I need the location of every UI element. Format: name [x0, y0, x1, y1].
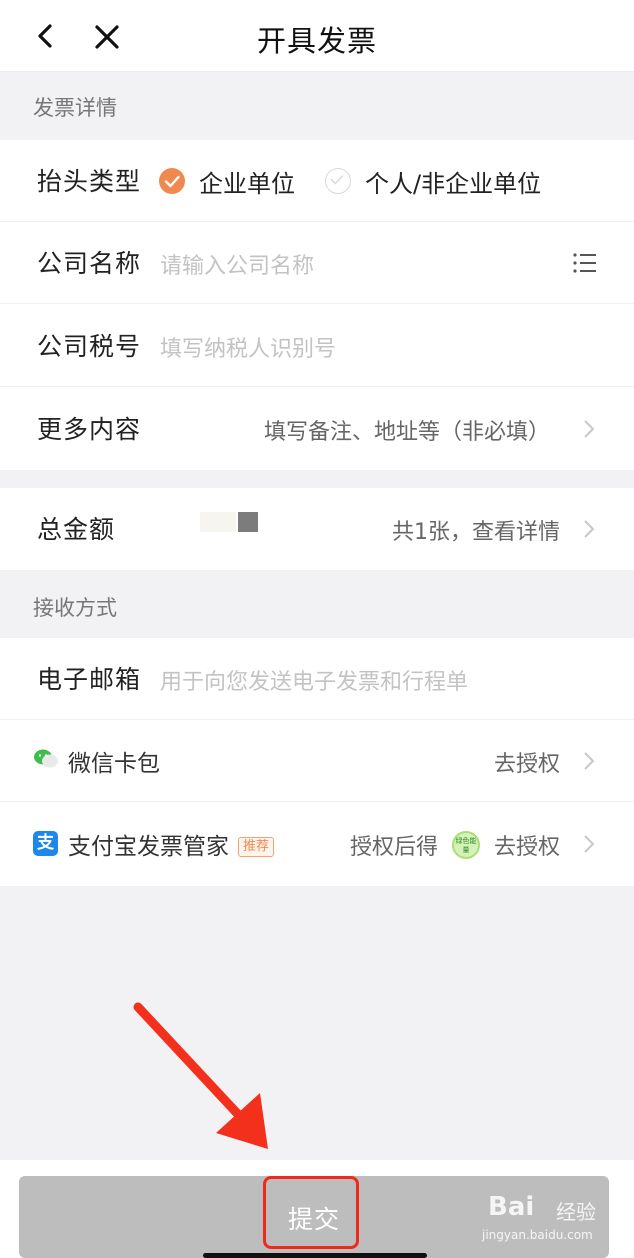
recommend-badge: 推荐 — [238, 837, 275, 857]
wechat-label: 微信卡包 — [68, 751, 160, 777]
redacted-amount-block — [238, 512, 258, 532]
nav-bar: 开具发票 — [0, 0, 634, 72]
watermark-text: 经验 — [556, 1200, 596, 1224]
tax-id-row[interactable]: 公司税号 填写纳税人识别号 — [0, 305, 634, 387]
total-detail-link[interactable]: 共1张，查看详情 — [392, 514, 560, 546]
invoice-card: 抬头类型 企业单位 个人/非企业单位 公司名称 请输入公司名称 公司税号 填写纳… — [0, 140, 634, 470]
watermark-url: jingyan.baidu.com — [482, 1228, 593, 1242]
page-title: 开具发票 — [256, 24, 377, 58]
wechat-icon — [34, 749, 58, 768]
company-name-label: 公司名称 — [37, 249, 142, 278]
title-type-label: 抬头类型 — [37, 167, 142, 196]
alipay-row[interactable]: 支 支付宝发票管家 推荐 授权后得 绿色能量 去授权 — [0, 803, 634, 885]
alipay-icon: 支 — [33, 831, 58, 856]
email-row[interactable]: 电子邮箱 用于向您发送电子发票和行程单 — [0, 638, 634, 720]
radio-personal[interactable] — [325, 168, 351, 194]
email-input[interactable]: 用于向您发送电子发票和行程单 — [160, 664, 468, 696]
company-name-row[interactable]: 公司名称 请输入公司名称 — [0, 222, 634, 304]
alipay-label: 支付宝发票管家 — [68, 834, 229, 860]
wechat-row[interactable]: 微信卡包 去授权 — [0, 720, 634, 802]
home-indicator — [203, 1253, 427, 1258]
redacted-amount — [200, 512, 236, 532]
divider — [0, 801, 634, 802]
tax-id-input[interactable]: 填写纳税人识别号 — [160, 331, 336, 363]
email-label: 电子邮箱 — [37, 665, 142, 694]
more-content-value: 填写备注、地址等（非必填） — [263, 420, 550, 445]
divider — [0, 303, 634, 304]
more-content-label: 更多内容 — [37, 415, 142, 444]
check-icon — [164, 175, 180, 188]
tax-id-label: 公司税号 — [37, 332, 142, 361]
chevron-right-icon — [584, 520, 595, 538]
highlight-box — [263, 1176, 359, 1249]
annotation-arrow-icon — [133, 1002, 268, 1149]
section-label-invoice: 发票详情 — [33, 96, 117, 120]
chevron-right-icon — [584, 752, 595, 770]
list-icon[interactable] — [572, 250, 598, 276]
title-type-row: 抬头类型 企业单位 个人/非企业单位 — [0, 140, 634, 222]
more-content-row[interactable]: 更多内容 填写备注、地址等（非必填） — [0, 388, 634, 470]
chevron-right-icon — [584, 835, 595, 853]
total-row[interactable]: 总金额 共1张，查看详情 — [0, 488, 634, 570]
watermark-logo: Bai — [488, 1192, 535, 1222]
radio-enterprise[interactable] — [159, 168, 185, 194]
company-name-input[interactable]: 请输入公司名称 — [160, 248, 314, 280]
chevron-right-icon — [584, 420, 595, 438]
check-outline-icon — [330, 175, 344, 185]
alipay-reward-note: 授权后得 — [350, 835, 439, 860]
total-card: 总金额 共1张，查看详情 — [0, 488, 634, 570]
receive-card: 电子邮箱 用于向您发送电子发票和行程单 微信卡包 去授权 支 支付宝发票管家 推… — [0, 638, 634, 886]
option-personal-label[interactable]: 个人/非企业单位 — [365, 164, 541, 199]
wechat-authorize-link[interactable]: 去授权 — [494, 746, 560, 778]
green-energy-icon: 绿色能量 — [452, 831, 480, 859]
alipay-authorize-link[interactable]: 去授权 — [494, 829, 560, 861]
baidu-watermark: Bai 经验 jingyan.baidu.com — [470, 1188, 630, 1250]
divider — [0, 386, 634, 387]
option-enterprise-label[interactable]: 企业单位 — [199, 164, 295, 199]
section-label-receive: 接收方式 — [33, 596, 117, 620]
total-label: 总金额 — [37, 515, 116, 544]
